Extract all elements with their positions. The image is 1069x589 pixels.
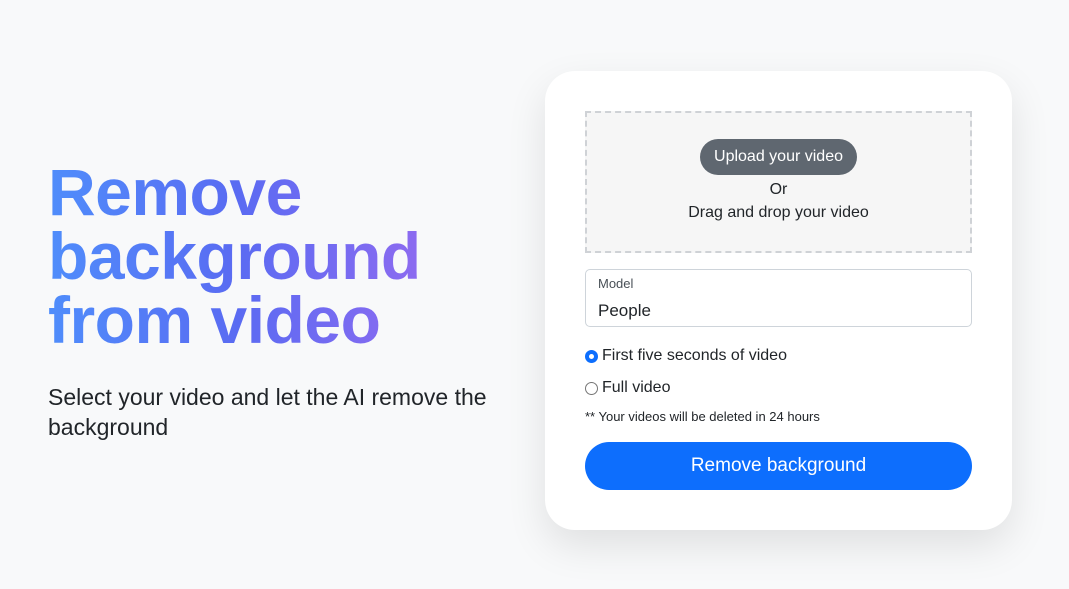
model-select[interactable]: Model People [585, 269, 972, 327]
video-dropzone[interactable]: Upload your video Or Drag and drop your … [585, 111, 972, 253]
first-five-seconds-radio[interactable] [585, 349, 598, 363]
drag-drop-hint: Drag and drop your video [688, 204, 869, 221]
full-video-label[interactable]: Full video [602, 379, 670, 397]
model-label: Model [598, 276, 634, 291]
model-value: People [598, 301, 651, 320]
page-title: Remove background from video [48, 159, 468, 353]
page-subtitle: Select your video and let the AI remove … [48, 384, 487, 440]
or-separator: Or [769, 181, 788, 198]
first-five-seconds-label[interactable]: First five seconds of video [602, 347, 787, 365]
full-video-radio[interactable] [585, 381, 598, 395]
option-first-five-seconds[interactable]: First five seconds of video [585, 347, 787, 365]
remove-background-button[interactable]: Remove background [585, 442, 972, 490]
upload-video-button[interactable]: Upload your video [700, 139, 857, 175]
hero-section: Remove background from video Select your… [48, 159, 498, 442]
upload-card: Upload your video Or Drag and drop your … [545, 71, 1012, 530]
option-full-video[interactable]: Full video [585, 379, 670, 397]
deletion-note: ** Your videos will be deleted in 24 hou… [585, 409, 820, 424]
